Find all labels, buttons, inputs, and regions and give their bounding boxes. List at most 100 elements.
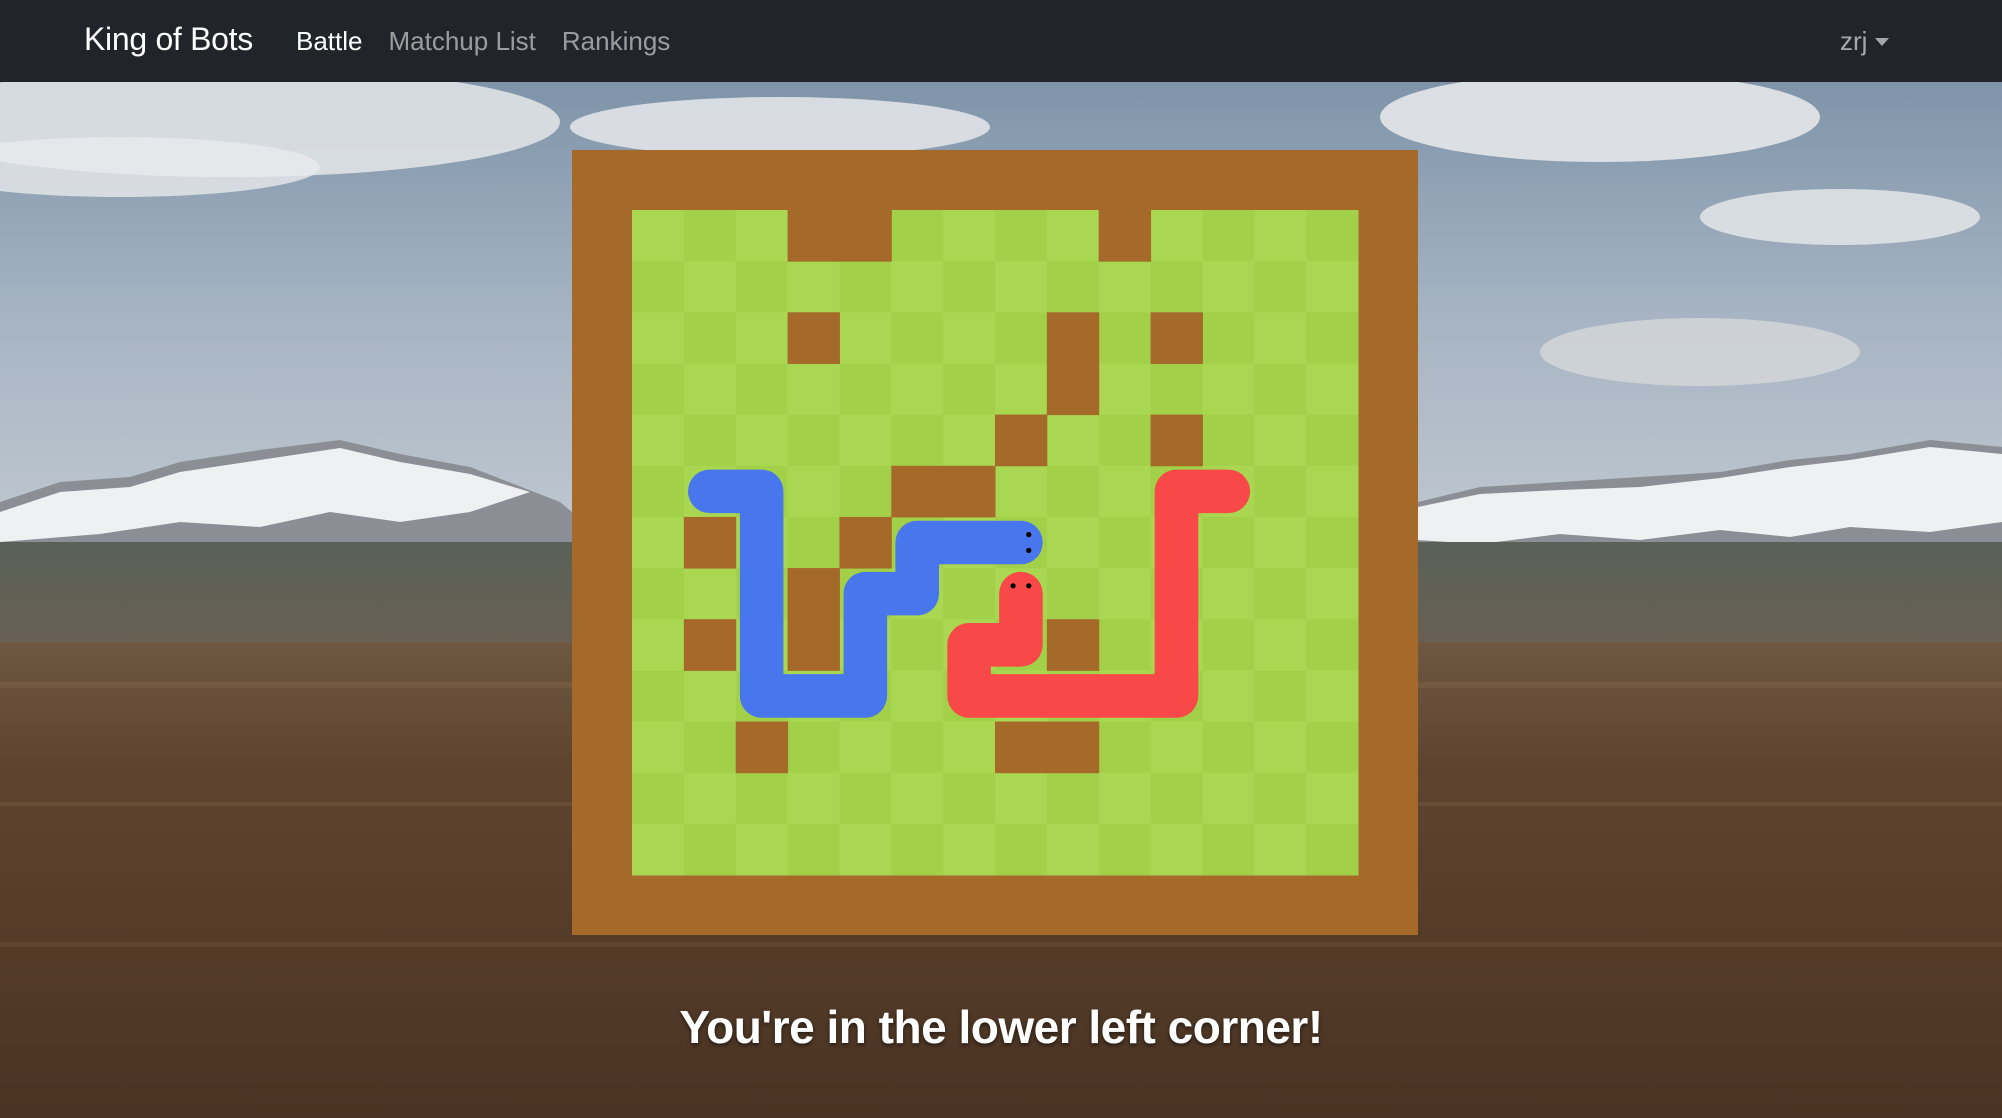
grass-cell [632, 772, 685, 825]
grass-cell [1098, 772, 1152, 825]
grass-cell [1150, 823, 1203, 876]
grass-cell [1046, 823, 1100, 876]
grass-cell [1046, 261, 1100, 313]
grass-cell [1306, 261, 1359, 313]
grass-cell [995, 363, 1048, 416]
grass-cell [1306, 670, 1359, 723]
grass-cell [735, 414, 789, 467]
grass-cell [1098, 516, 1152, 569]
grass-cell [1150, 210, 1203, 262]
grass-cell [1098, 568, 1152, 620]
grass-cell [891, 363, 944, 416]
grass-cell [1202, 516, 1255, 569]
grass-cell [1098, 619, 1152, 671]
wall-cell [839, 210, 892, 262]
grass-cell [1098, 261, 1152, 313]
grass-cell [735, 823, 789, 876]
grass-cell [787, 823, 840, 876]
grass-cell [632, 465, 685, 518]
grass-cell [632, 210, 685, 262]
grass-cell [1046, 414, 1100, 467]
game-board [572, 150, 1418, 935]
grass-cell [1306, 568, 1359, 620]
grass-cell [1306, 363, 1359, 416]
username: zrj [1840, 25, 1868, 56]
grass-cell [1254, 465, 1307, 518]
grass-cell [787, 465, 840, 518]
grass-cell [1202, 312, 1255, 364]
grass-cell [1202, 568, 1255, 620]
grass-cell [995, 261, 1048, 313]
grass-cell [683, 312, 737, 364]
nav-link-rankings[interactable]: Rankings [562, 2, 670, 80]
grass-cell [1098, 363, 1152, 416]
user-dropdown[interactable]: zrj [1840, 0, 1890, 82]
wall-cell [1150, 414, 1203, 467]
grass-cell [632, 721, 685, 774]
grass-cell [1254, 823, 1307, 876]
grass-cell [839, 312, 892, 364]
grass-cell [735, 363, 789, 416]
grass-cell [1306, 312, 1359, 364]
grass-cell [1150, 363, 1203, 416]
grass-cell [891, 414, 944, 467]
grass-cell [891, 772, 944, 825]
wall-cell [1046, 721, 1100, 774]
wall-cell [683, 619, 737, 671]
grass-cell [787, 772, 840, 825]
grass-cell [1306, 772, 1359, 825]
wall-cell [735, 721, 789, 774]
result-message: You're in the lower left corner! [679, 1001, 1323, 1053]
grass-cell [943, 772, 996, 825]
grass-cell [683, 210, 737, 262]
grass-cell [1202, 823, 1255, 876]
brand-logo[interactable]: King of Bots [84, 0, 253, 82]
grass-cell [1046, 516, 1100, 569]
grass-cell [839, 465, 892, 518]
wall-cell [683, 516, 737, 569]
grass-cell [1254, 772, 1307, 825]
grass-cell [995, 312, 1048, 364]
grass-cell [632, 670, 685, 723]
grass-cell [1306, 516, 1359, 569]
grass-cell [1202, 721, 1255, 774]
wall-cell [787, 312, 840, 364]
grass-cell [1202, 261, 1255, 313]
wall-cell [787, 619, 840, 671]
grass-cell [839, 772, 892, 825]
grass-cell [943, 414, 996, 467]
grass-cell [1254, 670, 1307, 723]
snake-red-eye [1010, 583, 1016, 589]
snake-blue-eye [1026, 532, 1032, 538]
grass-cell [839, 363, 892, 416]
grass-cell [1306, 823, 1359, 876]
grass-cell [787, 516, 840, 569]
grass-cell [1202, 210, 1255, 262]
nav-link-battle[interactable]: Battle [296, 2, 363, 80]
grass-cell [891, 261, 944, 313]
grass-cell [1202, 363, 1255, 416]
grass-cell [1254, 210, 1307, 262]
grass-cell [787, 261, 840, 313]
grass-cell [1098, 823, 1152, 876]
grass-cell [632, 619, 685, 671]
grass-cell [943, 823, 996, 876]
grass-cell [1254, 568, 1307, 620]
navbar: King of Bots Battle Matchup List Ranking… [0, 0, 2002, 82]
wall-cell [1098, 210, 1152, 262]
nav-links: Battle Matchup List Rankings [296, 0, 670, 82]
nav-link-matchup-list[interactable]: Matchup List [389, 2, 536, 80]
grass-cell [1254, 721, 1307, 774]
grass-cell [995, 772, 1048, 825]
grass-cell [1254, 414, 1307, 467]
chevron-down-icon [1875, 38, 1890, 46]
grass-cell [1306, 721, 1359, 774]
grass-cell [839, 261, 892, 313]
grass-cell [683, 568, 737, 620]
grass-cell [1306, 210, 1359, 262]
grass-cell [943, 363, 996, 416]
grass-cell [1306, 414, 1359, 467]
grass-cell [683, 414, 737, 467]
grass-cell [1254, 516, 1307, 569]
wall-cell [995, 414, 1048, 467]
